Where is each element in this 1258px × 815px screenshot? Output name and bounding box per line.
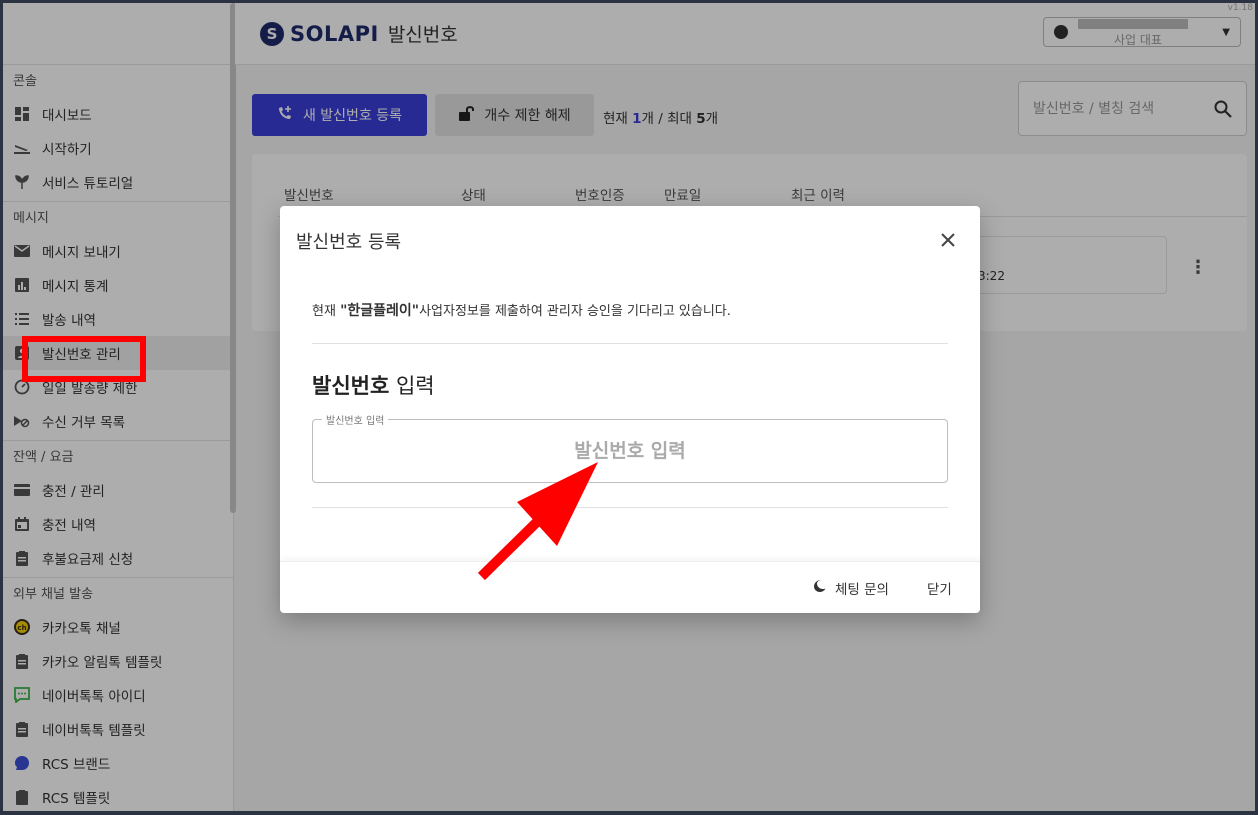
notice-suffix: 사업자정보를 제출하여 관리자 승인을 기다리고 있습니다. xyxy=(419,304,731,319)
annotation-highlight-box xyxy=(22,336,146,382)
close-button[interactable]: 닫기 xyxy=(927,578,952,598)
app-window: 콘솔 대시보드 시작하기 서비스 튜토리얼 메시지 메시지 보내기 메시지 통계… xyxy=(3,3,1255,811)
sender-number-input[interactable] xyxy=(313,420,947,482)
notice-company: "한글플레이" xyxy=(340,303,420,319)
dialog-divider xyxy=(312,343,948,344)
section-heading: 발신번호 입력 xyxy=(312,370,435,400)
chat-inquiry-button[interactable]: 체팅 문의 xyxy=(814,578,889,598)
section-heading-bold: 발신번호 xyxy=(312,374,390,398)
annotation-arrow-icon xyxy=(477,462,598,581)
chat-inquiry-label: 체팅 문의 xyxy=(835,582,889,598)
sender-number-field: 발신번호 입력 xyxy=(312,412,948,483)
dialog-title: 발신번호 등록 xyxy=(296,232,402,253)
register-sender-dialog: 발신번호 등록 현재 "한글플레이"사업자정보를 제출하여 관리자 승인을 기다… xyxy=(280,206,980,613)
notice-prefix: 현재 xyxy=(312,304,341,319)
dialog-footer: 체팅 문의 닫기 xyxy=(280,561,980,613)
approval-notice: 현재 "한글플레이"사업자정보를 제출하여 관리자 승인을 기다리고 있습니다. xyxy=(312,300,731,320)
close-icon[interactable] xyxy=(939,231,957,249)
moon-icon xyxy=(814,580,826,596)
section-heading-rest: 입력 xyxy=(389,374,435,398)
dialog-divider xyxy=(312,507,948,508)
